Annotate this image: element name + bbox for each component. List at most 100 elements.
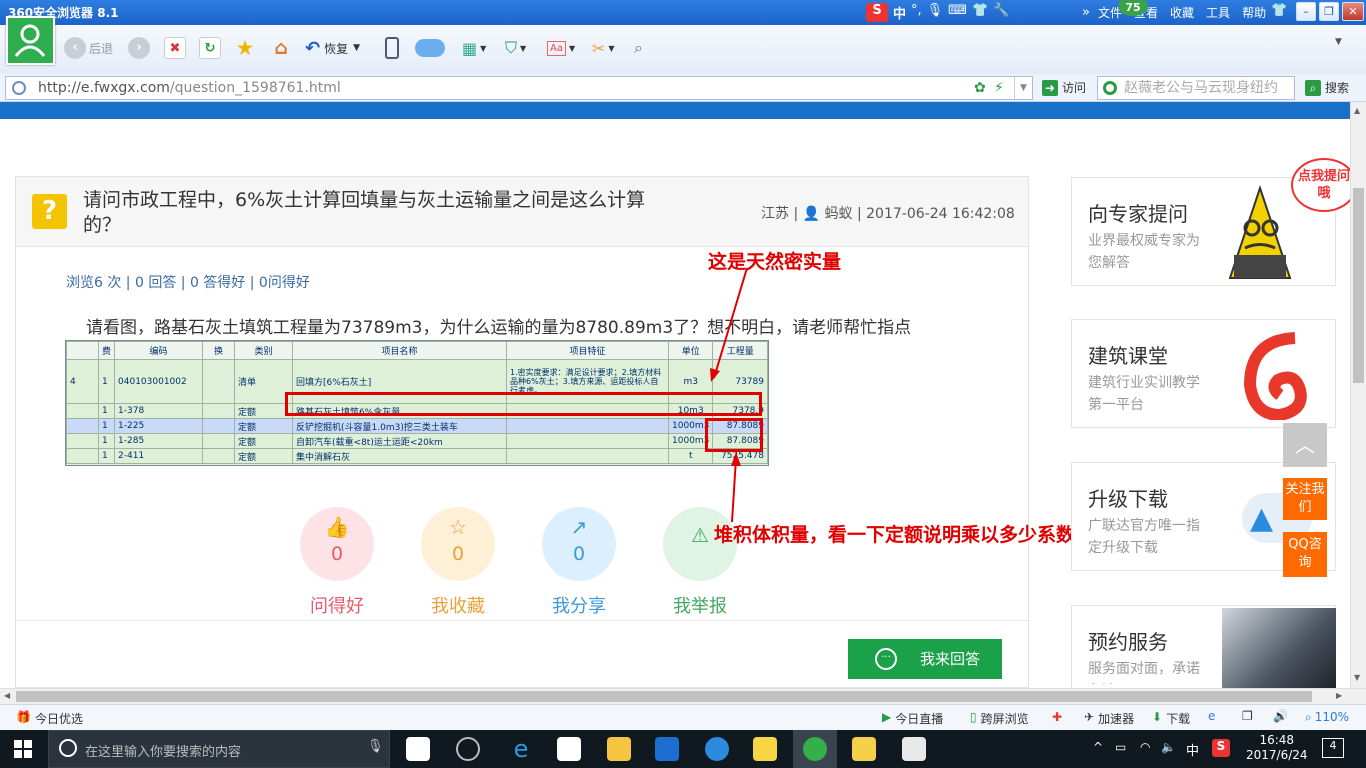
restore-button[interactable]: ❐ (1319, 2, 1339, 21)
skin-icon[interactable]: 👕 (972, 3, 988, 22)
url-dropdown-icon[interactable]: ▼ (1014, 77, 1032, 99)
start-pane (24, 740, 32, 748)
taskbar-store-icon[interactable] (557, 737, 581, 761)
hscroll-thumb[interactable] (16, 691, 1312, 702)
good-count: 0 (330, 543, 344, 565)
action-circle[interactable]: ↗ 0 (542, 507, 616, 581)
security-button[interactable]: ⛉ ▼ (505, 36, 526, 60)
refresh-button[interactable]: ↻ (199, 36, 221, 60)
author-link[interactable]: 蚂蚁 (825, 206, 853, 222)
user-small-icon: 👤 (802, 206, 821, 222)
toolbar-expand-icon[interactable]: ▼ (1335, 37, 1342, 47)
tray-wifi-icon[interactable]: ◠ (1140, 740, 1150, 754)
region-link[interactable]: 江苏 (761, 206, 789, 222)
taskbar-app-blue-icon[interactable] (705, 737, 729, 761)
answer-button[interactable]: ··· 我来回答 (848, 639, 1002, 679)
mic-icon[interactable]: 🎙 (927, 3, 944, 22)
tray-chevron-icon[interactable]: ^ (1093, 740, 1103, 754)
screenshot-button[interactable]: ✂ ▼ (592, 36, 615, 60)
tools-icon[interactable]: 🔧 (993, 3, 1009, 22)
sogou-icon[interactable]: S (866, 3, 888, 22)
ask-bubble[interactable]: 点我提问哦 (1291, 158, 1357, 212)
follow-us-button[interactable]: 关注我们 (1283, 478, 1327, 520)
reader-icon[interactable]: ✿ (974, 77, 986, 99)
home-button[interactable]: ⌂ (270, 36, 292, 60)
tray-battery-icon[interactable]: ▭ (1115, 740, 1126, 754)
translate-button[interactable]: Aa ▼ (547, 36, 575, 60)
health-icon[interactable]: ✚ (1052, 710, 1062, 724)
taskbar-edge-icon[interactable]: e (509, 737, 533, 761)
visit-button[interactable]: ➜ 访问 (1042, 79, 1086, 96)
cross-screen-button[interactable]: ▯ 跨屏浏览 (970, 710, 1029, 727)
overflow-icon[interactable]: » (1082, 5, 1090, 20)
stop-button[interactable]: ✖ (164, 36, 186, 60)
live-button[interactable]: ▶ 今日直播 (882, 710, 943, 727)
punctuation-icon[interactable]: °, (911, 3, 922, 22)
table-cell: 1 (97, 403, 116, 419)
accelerator-button[interactable]: ✈ 加速器 (1084, 710, 1134, 727)
scroll-up-arrow[interactable]: ▲ (1354, 106, 1360, 115)
taskbar-app-360-icon[interactable] (456, 737, 480, 761)
taskbar-search-box[interactable]: 在这里输入你要搜索的内容 🎙 (48, 730, 390, 768)
menu-tools[interactable]: 工具 (1206, 4, 1230, 21)
scroll-right-arrow[interactable]: ▶ (1336, 691, 1342, 700)
notification-center-icon[interactable]: 4 (1322, 738, 1344, 758)
scroll-down-arrow[interactable]: ▼ (1354, 673, 1360, 682)
action-share[interactable]: ↗ 0 我分享 (539, 507, 619, 618)
vertical-scrollbar[interactable]: ▲ ▼ (1350, 102, 1366, 688)
volume-icon[interactable]: 🔊 (1273, 709, 1288, 723)
menu-help[interactable]: 帮助 (1242, 4, 1266, 21)
forward-button[interactable]: › (128, 36, 150, 60)
taskbar-notes-icon[interactable] (753, 737, 777, 761)
phone-button[interactable] (385, 36, 399, 60)
scroll-left-arrow[interactable]: ◀ (4, 691, 10, 700)
horizontal-scrollbar[interactable]: ◀ ▶ (0, 688, 1366, 704)
tray-ime[interactable]: 中 (1186, 740, 1199, 759)
action-circle[interactable]: 👍 0 (300, 507, 374, 581)
ime-mode[interactable]: 中 (893, 3, 906, 22)
taskbar-explorer-icon[interactable] (607, 737, 631, 761)
today-picks[interactable]: 🎁 今日优选 (16, 710, 83, 727)
action-favorite[interactable]: ☆ 0 我收藏 (418, 507, 498, 618)
download-button[interactable]: ⬇ 下载 (1152, 710, 1190, 727)
taskbar-doc-icon[interactable] (852, 737, 876, 761)
url-input[interactable]: http://e.fwxgx.com/question_1598761.html… (5, 76, 1033, 100)
close-window-button[interactable]: ✕ (1342, 2, 1364, 21)
tray-clock[interactable]: 16:48 2017/6/24 (1246, 733, 1308, 763)
ie-icon[interactable]: e (1208, 709, 1215, 723)
sidebar-appointment[interactable]: 预约服务 服务面对面，承诺必达 (1071, 605, 1336, 688)
windows-start-icon[interactable] (14, 740, 32, 758)
ime-toolbar[interactable]: S 中 °, 🎙 ⌨ 👕 🔧 (866, 3, 1009, 22)
microphone-icon: 🎙 (367, 739, 384, 754)
favorite-button[interactable]: ★ (234, 36, 256, 60)
search-input[interactable]: 赵薇老公与马云现身纽约 (1097, 76, 1295, 100)
speed-icon[interactable]: ⚡ (994, 77, 1004, 99)
cloud-button[interactable] (415, 36, 445, 60)
taskbar-app-ppt-icon[interactable] (406, 737, 430, 761)
sidebar-building-class[interactable]: 建筑课堂 建筑行业实训教学第一平台 (1071, 319, 1336, 428)
back-button[interactable]: ‹ 后退 (64, 36, 113, 60)
taskbar-help-icon[interactable] (902, 737, 926, 761)
back-to-top-button[interactable]: ︿ (1283, 423, 1327, 467)
tray-volume-icon[interactable]: 🔈 (1161, 740, 1176, 754)
action-good-question[interactable]: 👍 0 问得好 (297, 507, 377, 618)
minimize-button[interactable]: – (1296, 2, 1316, 21)
action-circle[interactable]: ☆ 0 (421, 507, 495, 581)
zoom-search-button[interactable]: ⌕ (634, 36, 643, 60)
search-button[interactable]: ⌕ 搜索 (1305, 79, 1349, 96)
taskbar-active-app[interactable] (793, 730, 837, 768)
apps-button[interactable]: ▦ ▼ (462, 36, 486, 60)
keyboard-icon[interactable]: ⌨ (948, 3, 967, 22)
user-avatar[interactable] (6, 16, 55, 65)
window-icon[interactable]: ❐ (1242, 709, 1253, 723)
tray-sogou-icon[interactable]: S (1212, 739, 1230, 757)
menu-favorites[interactable]: 收藏 (1170, 4, 1194, 21)
zoom-control[interactable]: ⌕ 110% (1305, 710, 1349, 725)
taskbar-glodon-icon[interactable] (655, 737, 679, 761)
sidebar-ask-expert[interactable]: 向专家提问 业界最权威专家为您解答 点我提问哦 (1071, 158, 1357, 286)
qq-consult-button[interactable]: QQ咨询 (1283, 532, 1327, 577)
scroll-thumb[interactable] (1353, 188, 1364, 383)
skin-shirt-icon[interactable]: 👕 (1271, 3, 1287, 18)
table-cell (66, 403, 99, 419)
restore-tabs-button[interactable]: ↶ 恢复 ▼ (305, 36, 360, 60)
